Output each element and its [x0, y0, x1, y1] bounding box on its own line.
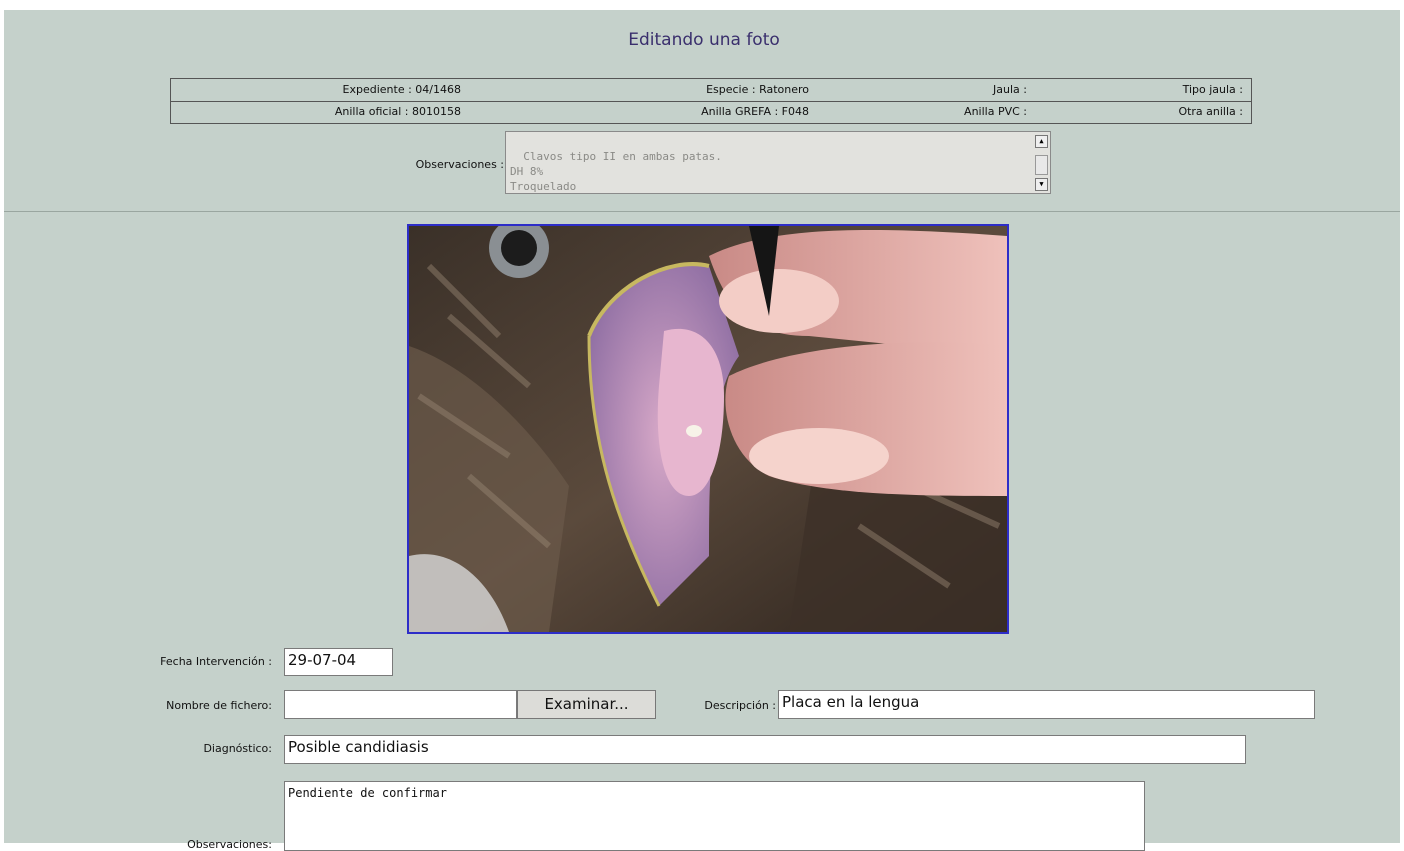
jaula-cell: Jaula : — [993, 83, 1027, 96]
tipo-jaula-cell: Tipo jaula : — [1182, 83, 1243, 96]
section-divider — [4, 211, 1400, 212]
browse-button[interactable]: Examinar... — [517, 690, 656, 719]
info-row-2: Anilla oficial : 8010158 Anilla GREFA : … — [171, 101, 1251, 123]
scroll-down-arrow-icon[interactable]: ▼ — [1035, 178, 1048, 191]
especie-cell: Especie : Ratonero — [706, 83, 809, 96]
expediente-cell: Expediente : 04/1468 — [342, 83, 461, 96]
fichero-label: Nombre de fichero: — [166, 699, 272, 712]
record-info-table: Expediente : 04/1468 Especie : Ratonero … — [170, 78, 1252, 124]
record-observations-textarea[interactable]: Clavos tipo II en ambas patas. DH 8% Tro… — [505, 131, 1051, 194]
observaciones-textarea[interactable]: Pendiente de confirmar — [284, 781, 1145, 851]
otra-anilla-cell: Otra anilla : — [1178, 105, 1243, 118]
anilla-oficial-cell: Anilla oficial : 8010158 — [334, 105, 461, 118]
anilla-pvc-cell: Anilla PVC : — [964, 105, 1027, 118]
observations-scrollbar[interactable]: ▲ ▼ — [1035, 135, 1048, 191]
bird-mouth-photo-image — [409, 226, 1007, 632]
diagnostico-input[interactable]: Posible candidiasis — [284, 735, 1246, 764]
descripcion-label: Descripción : — [704, 699, 776, 712]
scroll-thumb[interactable] — [1035, 155, 1048, 175]
diagnostico-label: Diagnóstico: — [203, 742, 272, 755]
fecha-input[interactable]: 29-07-04 — [284, 648, 393, 676]
anilla-grefa-cell: Anilla GREFA : F048 — [701, 105, 809, 118]
scroll-up-arrow-icon[interactable]: ▲ — [1035, 135, 1048, 148]
fichero-input[interactable] — [284, 690, 517, 719]
record-observations-text: Clavos tipo II en ambas patas. DH 8% Tro… — [510, 150, 722, 193]
observaciones-label: Observaciones: — [187, 838, 272, 851]
page-title: Editando una foto — [628, 30, 780, 50]
info-row-1: Expediente : 04/1468 Especie : Ratonero … — [171, 79, 1251, 102]
descripcion-input[interactable]: Placa en la lengua — [778, 690, 1315, 719]
bird-photo — [407, 224, 1009, 634]
record-observations-label: Observaciones : — [415, 158, 504, 171]
fecha-label: Fecha Intervención : — [160, 655, 272, 668]
